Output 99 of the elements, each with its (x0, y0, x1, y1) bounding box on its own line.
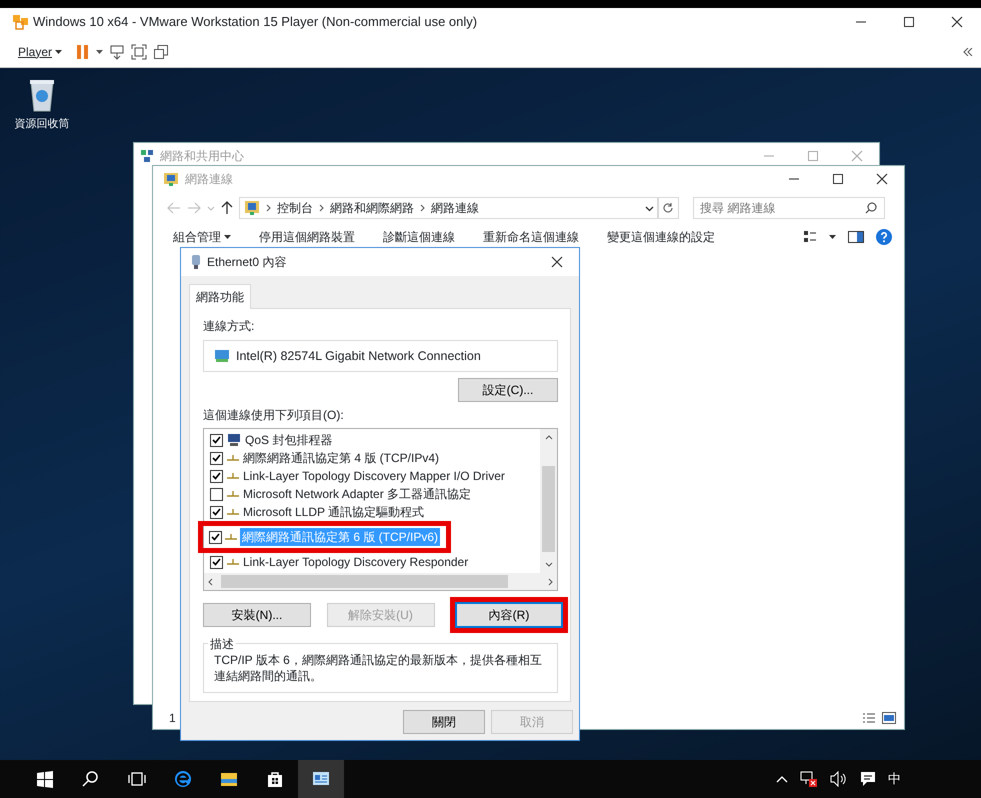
caret-icon[interactable] (96, 50, 104, 54)
desktop-icon-label[interactable]: 資源回收筒 (14, 116, 70, 132)
checkbox[interactable] (210, 556, 223, 568)
caret-icon (55, 50, 62, 54)
task-view-icon[interactable] (128, 770, 146, 788)
help-icon[interactable] (876, 229, 892, 245)
details-view-icon[interactable] (862, 712, 876, 724)
list-item[interactable]: Microsoft Network Adapter 多工器通訊協定 (243, 485, 472, 503)
window-title: 網路和共用中心 (160, 148, 244, 165)
scroll-right-icon[interactable] (548, 578, 553, 586)
chevron-right-icon (319, 204, 324, 212)
browser-icon[interactable] (174, 770, 192, 788)
close-icon[interactable] (876, 173, 888, 185)
computer-icon (227, 433, 241, 447)
scroll-down-icon[interactable] (544, 562, 552, 567)
description-text: TCP/IP 版本 6，網際網路通訊協定的最新版本，提供各種相互連結網路間的通訊。 (214, 652, 543, 684)
recycle-bin-icon (29, 78, 55, 112)
checkbox[interactable] (210, 470, 223, 482)
preview-pane-icon[interactable] (848, 231, 864, 243)
window-title: 網路連線 (185, 171, 233, 188)
windows-logo-icon[interactable] (36, 770, 54, 788)
tiles-view-icon[interactable] (882, 712, 896, 724)
caret-icon[interactable] (829, 235, 836, 239)
send-keys-icon[interactable] (109, 44, 126, 60)
horizontal-scrollbar[interactable] (204, 573, 557, 590)
breadcrumb-item[interactable]: 網路和網際網路 (330, 199, 414, 217)
organize-menu[interactable]: 組合管理 (173, 228, 231, 246)
protocol-icon (227, 454, 239, 462)
breadcrumb-item[interactable]: 控制台 (277, 199, 313, 217)
checkbox[interactable] (210, 452, 223, 464)
checkbox[interactable] (210, 506, 223, 518)
chevron-right-icon (420, 204, 425, 212)
dialog-title: Ethernet0 內容 (207, 254, 286, 271)
list-item[interactable]: Link-Layer Topology Discovery Mapper I/O Driver (243, 467, 505, 485)
checkbox[interactable] (210, 488, 223, 500)
field-label: 連線方式: (203, 318, 256, 335)
list-item[interactable]: QoS 封包排程器 (245, 431, 332, 449)
notification-icon[interactable] (860, 771, 876, 787)
list-item[interactable]: Microsoft LLDP 通訊協定驅動程式 (243, 503, 424, 521)
scroll-up-icon[interactable] (544, 435, 552, 440)
scroll-left-icon[interactable] (208, 578, 213, 586)
network-icon[interactable] (800, 771, 818, 787)
protocol-icon (227, 472, 239, 480)
view-options-icon[interactable] (803, 230, 817, 244)
protocol-icon (227, 558, 239, 566)
dialog-button[interactable]: 內容(R) (455, 602, 563, 628)
maximize-icon[interactable] (903, 16, 915, 28)
protocol-icon (225, 533, 237, 541)
pause-icon[interactable] (76, 44, 90, 60)
list-item[interactable]: Link-Layer Topology Discovery Responder (243, 553, 468, 571)
fullscreen-icon[interactable] (131, 44, 148, 60)
toolbar-button[interactable]: 停用這個網路裝置 (259, 228, 355, 246)
player-menu[interactable]: Player (18, 42, 62, 60)
input-method-indicator[interactable]: 中 (888, 769, 901, 789)
network-folder-icon (163, 171, 179, 187)
adapter-icon (191, 254, 201, 270)
toolbar-button[interactable]: 診斷這個連線 (383, 228, 455, 246)
collapse-icon[interactable] (963, 48, 973, 56)
scroll-thumb[interactable] (542, 466, 555, 552)
network-adapter-icon (214, 349, 230, 363)
address-bar[interactable]: 控制台 網路和網際網路 網路連線 (239, 197, 659, 219)
group-title: 描述 (208, 635, 236, 653)
maximize-icon[interactable] (832, 173, 844, 185)
close-icon[interactable] (551, 256, 563, 268)
protocol-icon (227, 508, 239, 516)
checkbox[interactable] (210, 434, 223, 446)
volume-icon[interactable] (830, 771, 848, 787)
up-arrow-icon[interactable] (221, 201, 233, 215)
status-text: 1 (169, 710, 176, 727)
list-item[interactable]: 網際網路通訊協定第 4 版 (TCP/IPv4) (243, 449, 440, 467)
dialog-button[interactable]: 安裝(N)... (203, 603, 311, 627)
chevron-down-icon[interactable] (645, 206, 654, 212)
shopping-bag-icon[interactable] (266, 770, 284, 788)
scroll-thumb[interactable] (221, 575, 508, 588)
toolbar-button[interactable]: 變更這個連線的設定 (607, 228, 715, 246)
caret-icon (224, 235, 231, 239)
unity-icon[interactable] (153, 44, 170, 60)
folder-icon[interactable] (220, 770, 238, 788)
dialog-button[interactable]: 關閉 (403, 710, 485, 734)
vmware-logo-icon (12, 14, 30, 30)
search-icon[interactable] (82, 770, 100, 788)
control-panel-icon[interactable] (312, 770, 330, 788)
refresh-icon[interactable] (662, 202, 674, 214)
chevron-up-icon[interactable] (776, 775, 788, 783)
toolbar-button[interactable]: 重新命名這個連線 (483, 228, 579, 246)
control-panel-icon (244, 200, 260, 216)
adapter-field: Intel(R) 82574L Gigabit Network Connection (203, 340, 558, 372)
tab[interactable]: 網路功能 (189, 284, 251, 309)
breadcrumb-item[interactable]: 網路連線 (431, 199, 479, 217)
field-label: 這個連線使用下列項目(O): (203, 407, 345, 424)
close-icon[interactable] (951, 16, 963, 28)
vertical-scrollbar[interactable] (540, 429, 557, 573)
network-center-icon (140, 149, 154, 163)
search-field[interactable]: 搜尋 網路連線 (693, 197, 885, 219)
chevron-right-icon (266, 204, 271, 212)
window-title: Windows 10 x64 - VMware Workstation 15 Player (Non-commercial use only) (33, 13, 478, 32)
checkbox[interactable] (209, 530, 222, 544)
configure-button[interactable]: 設定(C)... (458, 378, 558, 402)
protocol-icon (227, 490, 239, 498)
